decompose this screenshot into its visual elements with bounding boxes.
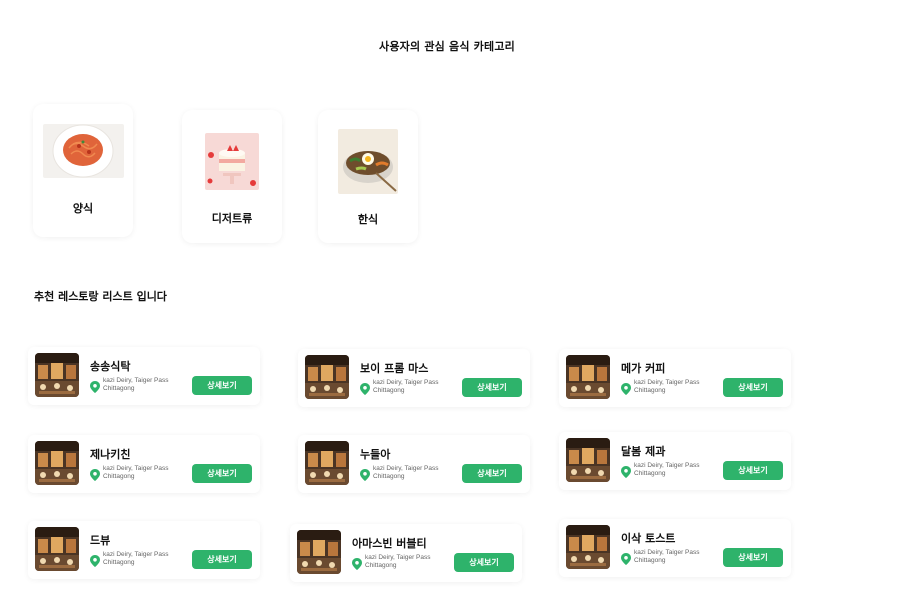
detail-button[interactable]: 상세보기 <box>454 553 514 572</box>
restaurant-name: 이삭 토스트 <box>621 532 676 545</box>
bibimbap-image <box>338 129 398 194</box>
page-title: 사용자의 관심 음식 카테고리 <box>379 40 515 53</box>
address-line: kazi Deiry, Taiger Pass <box>634 379 700 386</box>
location-pin-icon <box>90 466 100 481</box>
restaurant-address: kazi Deiry, Taiger Pass Chittagong <box>103 551 193 567</box>
address-line: Chittagong <box>365 562 397 569</box>
pasta-image <box>43 124 124 178</box>
location-pin-icon <box>352 555 362 570</box>
restaurant-name: 아마스빈 버블티 <box>352 537 427 550</box>
restaurant-card: 메가 커피 kazi Deiry, Taiger Pass Chittagong 상세… <box>559 349 791 407</box>
detail-button[interactable]: 상세보기 <box>462 464 522 483</box>
address-line: kazi Deiry, Taiger Pass <box>365 554 431 561</box>
cake-image <box>205 133 259 190</box>
restaurant-address: kazi Deiry, Taiger Pass Chittagong <box>103 377 193 393</box>
location-pin-icon <box>360 380 370 395</box>
address-line: Chittagong <box>634 470 666 477</box>
address-line: Chittagong <box>103 473 135 480</box>
restaurant-card: 제나키친 kazi Deiry, Taiger Pass Chittagong 상세보… <box>28 435 260 493</box>
category-card-korean[interactable]: 한식 <box>318 110 418 243</box>
address-line: kazi Deiry, Taiger Pass <box>634 462 700 469</box>
restaurant-address: kazi Deiry, Taiger Pass Chittagong <box>103 465 193 481</box>
detail-button[interactable]: 상세보기 <box>723 378 783 397</box>
detail-button[interactable]: 상세보기 <box>192 464 252 483</box>
restaurant-address: kazi Deiry, Taiger Pass Chittagong <box>373 379 463 395</box>
restaurant-card: 누들아 kazi Deiry, Taiger Pass Chittagong 상세보기 <box>298 435 530 493</box>
restaurant-thumbnail <box>305 355 349 399</box>
restaurant-card: 드뷰 kazi Deiry, Taiger Pass Chittagong 상세보기 <box>28 521 260 579</box>
restaurant-thumbnail <box>566 525 610 569</box>
detail-button[interactable]: 상세보기 <box>723 548 783 567</box>
restaurant-thumbnail <box>305 441 349 485</box>
address-line: kazi Deiry, Taiger Pass <box>373 379 439 386</box>
category-label: 한식 <box>357 213 379 226</box>
location-pin-icon <box>90 378 100 393</box>
restaurant-card: 보이 프롬 마스 kazi Deiry, Taiger Pass Chittagon… <box>298 349 530 407</box>
location-pin-icon <box>90 552 100 567</box>
address-line: kazi Deiry, Taiger Pass <box>103 465 169 472</box>
category-label: 디저트류 <box>211 212 253 225</box>
location-pin-icon <box>621 550 631 565</box>
address-line: kazi Deiry, Taiger Pass <box>634 549 700 556</box>
restaurant-thumbnail <box>566 438 610 482</box>
address-line: Chittagong <box>103 385 135 392</box>
detail-button[interactable]: 상세보기 <box>462 378 522 397</box>
category-card-dessert[interactable]: 디저트류 <box>182 110 282 243</box>
category-label: 양식 <box>72 202 94 215</box>
location-pin-icon <box>360 466 370 481</box>
restaurant-address: kazi Deiry, Taiger Pass Chittagong <box>634 379 724 395</box>
address-line: Chittagong <box>373 473 405 480</box>
restaurant-thumbnail <box>35 527 79 571</box>
address-line: Chittagong <box>634 557 666 564</box>
address-line: kazi Deiry, Taiger Pass <box>373 465 439 472</box>
detail-button[interactable]: 상세보기 <box>192 550 252 569</box>
restaurant-thumbnail <box>35 441 79 485</box>
address-line: Chittagong <box>634 387 666 394</box>
restaurant-address: kazi Deiry, Taiger Pass Chittagong <box>373 465 463 481</box>
restaurant-name: 보이 프롬 마스 <box>360 362 429 375</box>
restaurant-card: 아마스빈 버블티 kazi Deiry, Taiger Pass Chittagon… <box>290 524 522 582</box>
restaurant-name: 제나키친 <box>90 448 131 461</box>
restaurant-name: 메가 커피 <box>621 362 666 375</box>
restaurant-address: kazi Deiry, Taiger Pass Chittagong <box>634 462 724 478</box>
restaurant-thumbnail <box>35 353 79 397</box>
restaurant-name: 드뷰 <box>90 534 111 547</box>
restaurant-name: 송송식탁 <box>90 360 131 373</box>
restaurant-card: 송송식탁 kazi Deiry, Taiger Pass Chittagong 상세보… <box>28 347 260 405</box>
restaurant-card: 달봄 제과 kazi Deiry, Taiger Pass Chittagong 상세… <box>559 432 791 490</box>
address-line: Chittagong <box>103 559 135 566</box>
category-card-western[interactable]: 양식 <box>33 104 133 237</box>
restaurant-name: 달봄 제과 <box>621 445 666 458</box>
restaurant-thumbnail <box>566 355 610 399</box>
detail-button[interactable]: 상세보기 <box>192 376 252 395</box>
restaurant-thumbnail <box>297 530 341 574</box>
restaurant-name: 누들아 <box>360 448 391 461</box>
location-pin-icon <box>621 380 631 395</box>
restaurant-card: 이삭 토스트 kazi Deiry, Taiger Pass Chittagong 상… <box>559 519 791 577</box>
section-title: 추천 레스토랑 리스트 입니다 <box>34 290 167 303</box>
restaurant-address: kazi Deiry, Taiger Pass Chittagong <box>634 549 724 565</box>
address-line: kazi Deiry, Taiger Pass <box>103 377 169 384</box>
restaurant-address: kazi Deiry, Taiger Pass Chittagong <box>365 554 455 570</box>
address-line: Chittagong <box>373 387 405 394</box>
address-line: kazi Deiry, Taiger Pass <box>103 551 169 558</box>
location-pin-icon <box>621 463 631 478</box>
detail-button[interactable]: 상세보기 <box>723 461 783 480</box>
